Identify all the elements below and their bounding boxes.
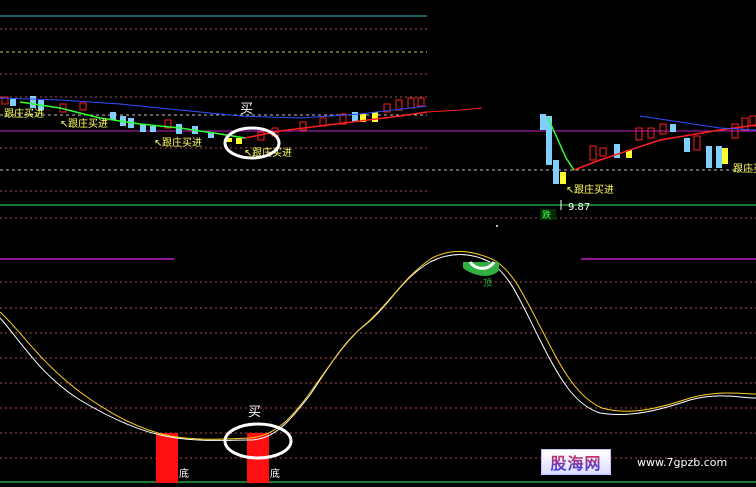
moving-averages bbox=[0, 97, 756, 171]
oscillator-yellow-line bbox=[0, 250, 756, 440]
candlestick bbox=[684, 138, 690, 152]
bottom-label-2: 底 bbox=[270, 467, 280, 480]
candlestick bbox=[236, 138, 242, 144]
bottom-label-1: 底 bbox=[179, 467, 189, 480]
candlestick bbox=[407, 97, 415, 109]
candlestick bbox=[10, 99, 16, 106]
top-label: 顶 bbox=[483, 278, 492, 289]
bottom-bar-1 bbox=[156, 433, 178, 483]
lower-buy-label: 买 bbox=[248, 405, 261, 420]
chart-stage: 跟庄买进 跟庄买进 跟庄买进 跟庄买进 跟庄买进 跟庄买进 ↖ ↖ ↖ ↖ 买 … bbox=[0, 15, 756, 483]
candlestick bbox=[352, 112, 358, 122]
ma-red-line-ext bbox=[426, 107, 483, 113]
arrow-pointer-icon: ↖ bbox=[154, 138, 162, 149]
candlestick bbox=[150, 126, 156, 132]
follow-label-2: 跟庄买进 bbox=[68, 117, 108, 130]
candlestick bbox=[741, 117, 749, 131]
lower-grid bbox=[0, 258, 756, 483]
watermark-brand: 股海网 bbox=[541, 449, 611, 475]
low-price-label: 9.87 bbox=[568, 202, 590, 213]
candlestick bbox=[722, 148, 728, 164]
candlestick bbox=[659, 123, 667, 135]
candlestick bbox=[257, 131, 265, 141]
arrow-pointer-icon: ↖ bbox=[566, 185, 574, 196]
candlestick bbox=[176, 124, 182, 134]
candlestick bbox=[79, 102, 87, 111]
candlestick bbox=[553, 160, 559, 184]
drop-label: 跌 bbox=[542, 210, 551, 221]
follow-label-1: 跟庄买进 bbox=[4, 107, 44, 120]
candlestick bbox=[599, 147, 607, 157]
follow-label-5: 跟庄买进 bbox=[574, 183, 614, 196]
candlestick bbox=[706, 146, 712, 168]
candlestick bbox=[589, 145, 597, 161]
follow-label-6: 跟庄买进 bbox=[733, 162, 756, 175]
upper-buy-label: 买 bbox=[240, 102, 253, 117]
candlestick bbox=[540, 114, 546, 130]
lower-annotations: 买 顶 bbox=[223, 225, 499, 460]
oscillator-lines bbox=[0, 250, 756, 441]
candlestick bbox=[716, 146, 722, 168]
watermark-url: www.7gpzb.com bbox=[637, 456, 728, 469]
candlestick bbox=[693, 135, 701, 151]
candlestick bbox=[372, 112, 378, 122]
candlestick bbox=[670, 124, 676, 132]
candlestick bbox=[110, 112, 116, 120]
candlestick bbox=[647, 127, 655, 139]
candlestick bbox=[395, 99, 403, 111]
candlestick bbox=[417, 97, 425, 107]
oscillator-white-line bbox=[0, 254, 756, 441]
candlestick bbox=[635, 127, 643, 141]
candlestick bbox=[30, 96, 36, 108]
candles-right-group bbox=[540, 114, 756, 184]
candlestick bbox=[614, 144, 620, 158]
arrow-pointer-icon: ↖ bbox=[60, 119, 68, 130]
candlestick bbox=[560, 172, 566, 184]
follow-label-3: 跟庄买进 bbox=[162, 136, 202, 149]
